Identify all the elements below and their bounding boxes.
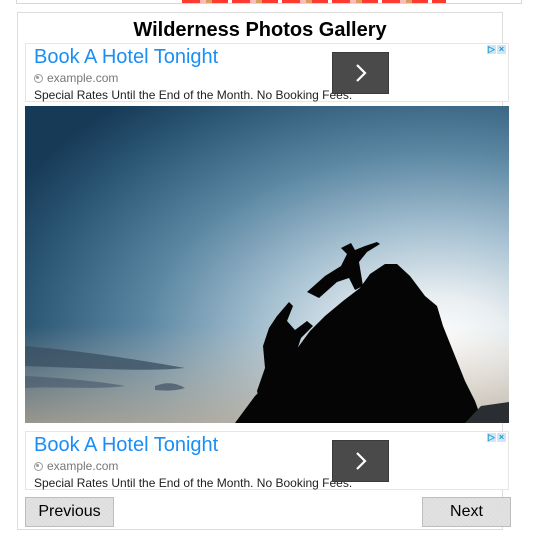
page-title: Wilderness Photos Gallery bbox=[133, 19, 387, 41]
globe-icon bbox=[34, 462, 43, 471]
ad-open-button[interactable] bbox=[332, 440, 389, 482]
close-icon[interactable]: × bbox=[497, 433, 506, 442]
adchoices-icon[interactable]: ▷ bbox=[487, 45, 496, 54]
climbers-photo-image bbox=[25, 106, 509, 423]
gallery-photo bbox=[25, 106, 509, 423]
chevron-right-icon bbox=[355, 452, 367, 470]
adchoices-icon[interactable]: ▷ bbox=[487, 433, 496, 442]
ad-headline-link[interactable]: Book A Hotel Tonight bbox=[34, 45, 218, 69]
ad-url: example.com bbox=[34, 459, 118, 473]
ad-description: Special Rates Until the End of the Month… bbox=[34, 476, 353, 490]
banner-image-strip bbox=[182, 0, 446, 3]
previous-button[interactable]: Previous bbox=[25, 497, 114, 527]
gallery-widget: Wilderness Photos Gallery Book A Hotel T… bbox=[17, 12, 511, 530]
ad-open-button[interactable] bbox=[332, 52, 389, 94]
previous-ad-banner-edge bbox=[16, 0, 522, 4]
ad-url-text: example.com bbox=[47, 71, 119, 85]
chevron-right-icon bbox=[355, 64, 367, 82]
globe-icon bbox=[34, 74, 43, 83]
ad-banner-top[interactable]: Book A Hotel Tonight example.com Special… bbox=[25, 43, 509, 102]
close-icon[interactable]: × bbox=[497, 45, 506, 54]
ad-description: Special Rates Until the End of the Month… bbox=[34, 88, 353, 102]
ad-url-text: example.com bbox=[47, 459, 119, 473]
ad-url: example.com bbox=[34, 71, 118, 85]
ad-headline-link[interactable]: Book A Hotel Tonight bbox=[34, 433, 218, 457]
ad-banner-bottom[interactable]: Book A Hotel Tonight example.com Special… bbox=[25, 431, 509, 490]
next-button[interactable]: Next bbox=[422, 497, 511, 527]
